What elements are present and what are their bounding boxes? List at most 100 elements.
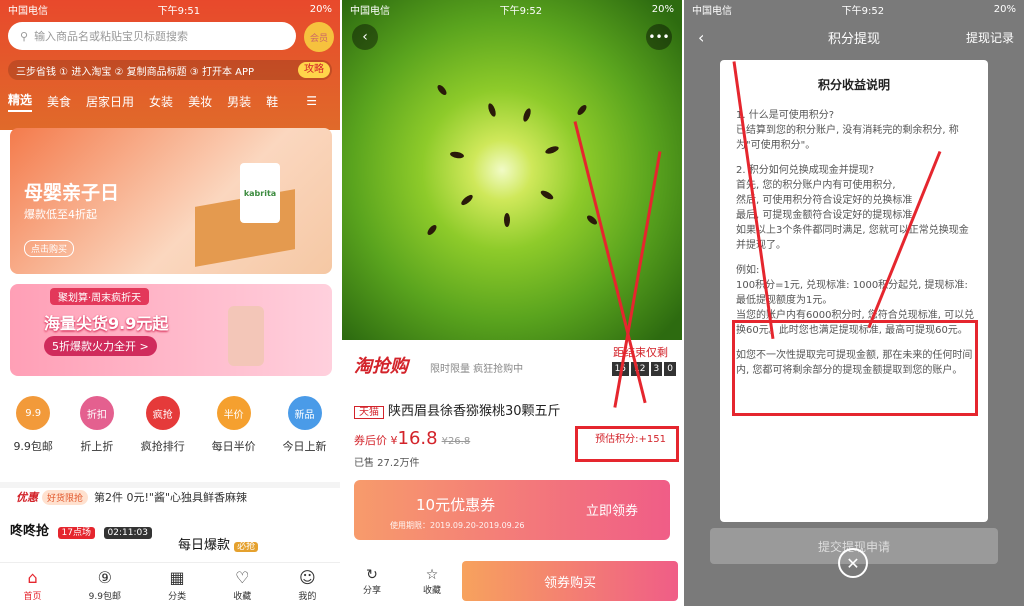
shortcut-label: 疯抢排行 bbox=[140, 440, 185, 453]
withdraw-header: ‹ 积分提现 提现记录 bbox=[684, 18, 1024, 56]
collect-button[interactable]: ☆ 收藏 bbox=[402, 567, 462, 596]
question-1: 1. 什么是可使用积分? bbox=[736, 110, 835, 121]
phone-home: 中国电信 下午9:51 20% ⚲ 输入商品名或粘贴宝贝标题搜索 会员 三步省钱… bbox=[0, 0, 340, 606]
tab-label: 9.9包邮 bbox=[88, 591, 121, 602]
kiwi-seeds bbox=[427, 85, 597, 235]
tab-men[interactable]: 男装 bbox=[227, 93, 251, 110]
answer-1: 已结算到您的积分账户, 没有消耗完的剩余积分, 称为"可使用积分"。 bbox=[736, 125, 959, 151]
shortcut-99[interactable]: 9.9 9.9包邮 bbox=[13, 396, 53, 454]
shortcut-rank[interactable]: 疯抢 疯抢排行 bbox=[141, 396, 185, 454]
withdraw-record-link[interactable]: 提现记录 bbox=[966, 29, 1014, 46]
flash-deal-countdown: 02:11:03 bbox=[103, 527, 152, 539]
battery: 20% bbox=[993, 3, 1016, 15]
answer-2c: 最后, 可提现金额符合设定好的提现标准 bbox=[736, 210, 913, 221]
page-title: 积分提现 bbox=[827, 31, 880, 47]
banner-button[interactable]: 点击购买 bbox=[24, 240, 75, 257]
tab-99[interactable]: ⑨ 9.9包邮 bbox=[89, 568, 121, 602]
tab-label: 首页 bbox=[23, 591, 42, 602]
sold-count: 已售 27.2万件 bbox=[354, 458, 420, 469]
vip-badge[interactable]: 会员 bbox=[304, 22, 334, 52]
nine-icon: ⑨ bbox=[97, 567, 112, 587]
grid-icon: ▦ bbox=[169, 567, 185, 587]
tab-beauty[interactable]: 美妆 bbox=[188, 93, 212, 110]
flash-deal-card[interactable]: 咚咚抢 17点场 02:11:03 bbox=[10, 520, 152, 539]
countdown-seconds: 3 bbox=[650, 362, 663, 376]
buy-with-coupon-button[interactable]: 领券购买 bbox=[462, 561, 678, 601]
collect-label: 收藏 bbox=[422, 585, 441, 596]
tab-shoes[interactable]: 鞋 bbox=[266, 93, 278, 110]
time: 下午9:52 bbox=[841, 5, 885, 17]
product-name: 陕西眉县徐香猕猴桃30颗五斤 bbox=[388, 404, 561, 419]
heart-icon: ♡ bbox=[235, 567, 250, 587]
tab-featured[interactable]: 精选 bbox=[8, 91, 33, 112]
news-ticker[interactable]: 优惠 好货限抢 第2件 0元!"酱"心独具鲜香麻辣 bbox=[0, 482, 340, 506]
tab-women[interactable]: 女装 bbox=[149, 93, 173, 110]
smile-icon: ☺ bbox=[299, 567, 316, 587]
time: 下午9:51 bbox=[157, 5, 201, 17]
coupon-value: 10元优惠券 bbox=[416, 496, 496, 514]
status-bar: 中国电信 下午9:52 20% bbox=[342, 0, 682, 18]
share-icon: ↻ bbox=[366, 566, 378, 583]
tab-home-page[interactable]: ⌂ 首页 bbox=[24, 568, 42, 602]
banner-juhuasuan[interactable]: 聚划算·周末疯折天 海量尖货9.9元起 5折爆款火力全开 > bbox=[10, 284, 332, 376]
kettle-image bbox=[228, 306, 264, 366]
tab-food[interactable]: 美食 bbox=[47, 93, 71, 110]
back-icon[interactable]: ‹ bbox=[698, 28, 704, 47]
search-icon: ⚲ bbox=[20, 29, 29, 43]
product-can: kabrita bbox=[240, 163, 280, 223]
star-icon: ☆ bbox=[425, 566, 439, 583]
steps-text: 三步省钱 ① 进入淘宝 ② 复制商品标题 ③ 打开本 APP bbox=[16, 66, 255, 78]
shortcut-label: 今日上新 bbox=[282, 440, 327, 453]
question-2: 2. 积分如何兑换成现金并提现? bbox=[736, 165, 875, 176]
search-placeholder: 输入商品名或粘贴宝贝标题搜索 bbox=[34, 30, 189, 43]
news-logo: 优惠 bbox=[16, 491, 38, 504]
tab-category[interactable]: ▦ 分类 bbox=[168, 568, 186, 602]
banner-mother-baby[interactable]: kabrita 母婴亲子日 爆款低至4折起 点击购买 bbox=[10, 128, 332, 274]
badge-half: 半价 bbox=[216, 396, 251, 430]
carrier: 中国电信 bbox=[8, 5, 48, 17]
shortcut-new[interactable]: 新品 今日上新 bbox=[283, 396, 327, 454]
guide-button[interactable]: 攻略 bbox=[298, 62, 330, 78]
bottom-tab-bar: ⌂ 首页 ⑨ 9.9包邮 ▦ 分类 ♡ 收藏 ☺ 我的 bbox=[0, 562, 340, 606]
back-icon[interactable]: ‹ bbox=[352, 24, 378, 50]
share-button[interactable]: ↻ 分享 bbox=[342, 567, 402, 596]
price-prefix: 券后价 ¥ bbox=[354, 434, 398, 447]
tab-label: 分类 bbox=[168, 591, 187, 602]
price-value: 16.8 bbox=[397, 428, 438, 449]
product-title: 天猫 陕西眉县徐香猕猴桃30颗五斤 bbox=[354, 400, 561, 419]
example-1: 100积分=1元, 兑现标准: 1000积分起兑, 提现标准: 最低提现额度为1… bbox=[736, 280, 968, 306]
carrier: 中国电信 bbox=[692, 5, 732, 17]
shortcut-half[interactable]: 半价 每日半价 bbox=[212, 396, 256, 454]
banner-title: 母婴亲子日 bbox=[24, 182, 120, 204]
tab-favorites[interactable]: ♡ 收藏 bbox=[233, 568, 251, 602]
highlight-points-box bbox=[575, 426, 679, 462]
old-price: ¥26.8 bbox=[441, 436, 471, 447]
tab-home[interactable]: 居家日用 bbox=[86, 93, 134, 110]
daily-hot-title: 每日爆款 bbox=[178, 538, 231, 553]
battery: 20% bbox=[651, 3, 674, 15]
tmall-tag: 天猫 bbox=[354, 406, 384, 419]
home-icon: ⌂ bbox=[27, 567, 38, 587]
flash-deal-title: 咚咚抢 bbox=[10, 524, 50, 539]
share-label: 分享 bbox=[362, 585, 381, 596]
more-icon[interactable]: ••• bbox=[646, 24, 672, 50]
phone-withdraw: 中国电信 下午9:52 20% ‹ 积分提现 提现记录 提交提现申请 积分收益说… bbox=[684, 0, 1024, 606]
shortcut-discount[interactable]: 折扣 折上折 bbox=[79, 396, 114, 454]
highlight-example-box bbox=[732, 320, 978, 416]
category-tabs: 精选 美食 居家日用 女装 美妆 男装 鞋 ☰ bbox=[0, 88, 340, 114]
shortcut-label: 折上折 bbox=[80, 440, 114, 453]
coupon-card[interactable]: 10元优惠券 使用期限：2019.09.20-2019.09.26 立即领券 bbox=[354, 480, 670, 540]
menu-icon[interactable]: ☰ bbox=[306, 94, 317, 108]
search-input[interactable]: ⚲ 输入商品名或粘贴宝贝标题搜索 bbox=[8, 22, 296, 50]
daily-hot-card[interactable]: 每日爆款 必抢 bbox=[178, 534, 259, 553]
banner2-sub: 5折爆款火力全开 > bbox=[44, 336, 157, 356]
get-coupon-button[interactable]: 立即领券 bbox=[586, 500, 638, 519]
battery: 20% bbox=[309, 3, 332, 15]
banner2-title: 海量尖货9.9元起 bbox=[44, 314, 169, 333]
kiwi-product-image bbox=[342, 0, 682, 340]
shortcut-icons: 9.9 9.9包邮 折扣 折上折 疯抢 疯抢排行 半价 每日半价 新品 今日上新 bbox=[0, 396, 340, 454]
tab-mine[interactable]: ☺ 我的 bbox=[298, 568, 316, 602]
close-icon[interactable]: ✕ bbox=[838, 548, 868, 578]
bottom-action-bar: ↻ 分享 ☆ 收藏 领券购买 bbox=[342, 556, 682, 606]
